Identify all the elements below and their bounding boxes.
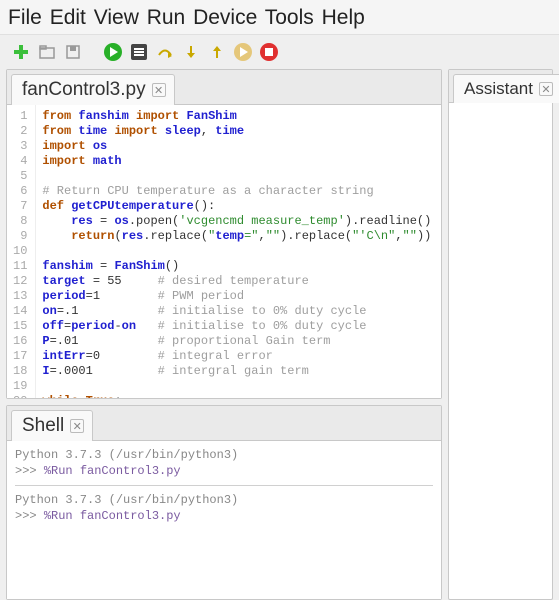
step-out-icon[interactable] <box>206 41 228 63</box>
assistant-tab-label: Assistant <box>464 79 533 99</box>
tab-fancontrol[interactable]: fanControl3.py ✕ <box>11 74 175 105</box>
menu-view[interactable]: View <box>94 6 139 29</box>
assistant-tab-row: Assistant ✕ <box>449 70 552 103</box>
run-icon[interactable] <box>102 41 124 63</box>
shell-tab-row: Shell ✕ <box>7 406 441 441</box>
resume-icon[interactable] <box>232 41 254 63</box>
menu-help[interactable]: Help <box>322 6 365 29</box>
tab-shell[interactable]: Shell ✕ <box>11 410 93 441</box>
save-file-icon[interactable] <box>62 41 84 63</box>
close-icon[interactable]: ✕ <box>70 419 84 433</box>
shell-panel: Shell ✕ Python 3.7.3 (/usr/bin/python3)>… <box>6 405 442 600</box>
menu-tools[interactable]: Tools <box>265 6 314 29</box>
close-icon[interactable]: ✕ <box>539 82 553 96</box>
editor-panel: fanControl3.py ✕ 12345678910111213141516… <box>6 69 442 399</box>
step-into-icon[interactable] <box>180 41 202 63</box>
menubar: File Edit View Run Device Tools Help <box>0 0 559 35</box>
toolbar <box>0 35 559 69</box>
code-content[interactable]: from fanshim import FanShimfrom time imp… <box>36 105 437 398</box>
open-file-icon[interactable] <box>36 41 58 63</box>
close-icon[interactable]: ✕ <box>152 83 166 97</box>
shell-tab-label: Shell <box>22 415 64 437</box>
editor-tab-row: fanControl3.py ✕ <box>7 70 441 105</box>
menu-device[interactable]: Device <box>193 6 257 29</box>
assistant-body <box>449 103 552 599</box>
tab-assistant[interactable]: Assistant ✕ <box>453 74 559 103</box>
menu-run[interactable]: Run <box>147 6 186 29</box>
new-file-icon[interactable] <box>10 41 32 63</box>
assistant-panel: Assistant ✕ <box>448 69 553 600</box>
menu-edit[interactable]: Edit <box>50 6 86 29</box>
step-over-icon[interactable] <box>154 41 176 63</box>
editor-tab-label: fanControl3.py <box>22 79 146 101</box>
line-number-gutter: 1234567891011121314151617181920212223242… <box>7 105 36 398</box>
shell-output[interactable]: Python 3.7.3 (/usr/bin/python3)>>> %Run … <box>7 441 441 599</box>
menu-file[interactable]: File <box>8 6 42 29</box>
stop-icon[interactable] <box>258 41 280 63</box>
code-editor[interactable]: 1234567891011121314151617181920212223242… <box>7 105 441 398</box>
debug-icon[interactable] <box>128 41 150 63</box>
